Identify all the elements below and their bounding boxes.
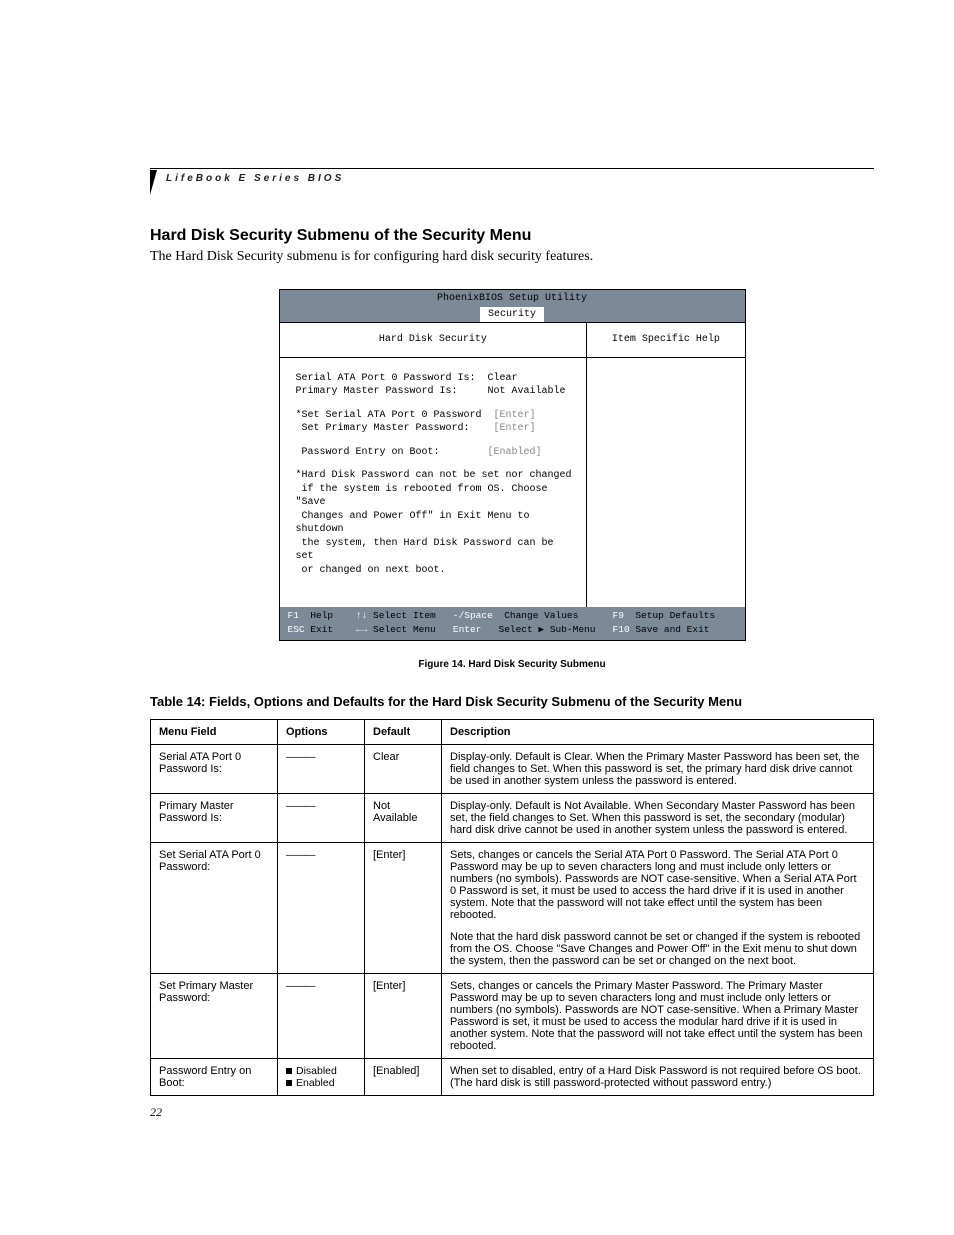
bios-field-boot-entry: Password Entry on Boot: [Enabled] bbox=[296, 446, 575, 460]
corner-mark-icon bbox=[150, 170, 157, 195]
cell-options: ——— bbox=[278, 973, 365, 1058]
cell-description: Display-only. Default is Not Available. … bbox=[442, 793, 874, 842]
bios-tab-row: Security bbox=[280, 307, 745, 323]
running-head: LifeBook E Series BIOS bbox=[166, 173, 344, 184]
bios-footer: F1 Help ↑↓ Select Item -/Space Change Va… bbox=[280, 607, 745, 640]
section-intro: The Hard Disk Security submenu is for co… bbox=[150, 249, 874, 265]
bios-body: Hard Disk Security Serial ATA Port 0 Pas… bbox=[280, 322, 745, 607]
cell-options: DisabledEnabled bbox=[278, 1058, 365, 1095]
cell-description: When set to disabled, entry of a Hard Di… bbox=[442, 1058, 874, 1095]
table-row: Set Primary Master Password:———[Enter]Se… bbox=[151, 973, 874, 1058]
cell-options: ——— bbox=[278, 744, 365, 793]
figure-caption: Figure 14. Hard Disk Security Submenu bbox=[150, 659, 874, 670]
bios-field-pm-status: Primary Master Password Is: Not Availabl… bbox=[296, 385, 575, 399]
fields-table: Menu Field Options Default Description S… bbox=[150, 719, 874, 1096]
page: LifeBook E Series BIOS Hard Disk Securit… bbox=[0, 0, 954, 1235]
header-rule bbox=[150, 168, 874, 169]
cell-default: Clear bbox=[365, 744, 442, 793]
cell-menu-field: Serial ATA Port 0 Password Is: bbox=[151, 744, 278, 793]
bios-left-pane: Hard Disk Security Serial ATA Port 0 Pas… bbox=[280, 323, 588, 607]
bios-footer-row-2: ESC Exit ←→ Select Menu Enter Select ▶ S… bbox=[288, 624, 737, 637]
bios-footer-row-1: F1 Help ↑↓ Select Item -/Space Change Va… bbox=[288, 610, 737, 623]
table-row: Password Entry on Boot:DisabledEnabled[E… bbox=[151, 1058, 874, 1095]
col-description: Description bbox=[442, 719, 874, 744]
section-title: Hard Disk Security Submenu of the Securi… bbox=[150, 227, 874, 245]
cell-menu-field: Primary Master Password Is: bbox=[151, 793, 278, 842]
cell-default: [Enabled] bbox=[365, 1058, 442, 1095]
bios-right-heading: Item Specific Help bbox=[587, 323, 744, 358]
table-header-row: Menu Field Options Default Description bbox=[151, 719, 874, 744]
bios-field-set-pm: Set Primary Master Password: [Enter] bbox=[296, 422, 575, 436]
table-title: Table 14: Fields, Options and Defaults f… bbox=[150, 694, 874, 709]
cell-options: ——— bbox=[278, 793, 365, 842]
bios-content: Serial ATA Port 0 Password Is: Clear Pri… bbox=[280, 358, 587, 608]
table-row: Set Serial ATA Port 0 Password:———[Enter… bbox=[151, 842, 874, 973]
cell-description: Sets, changes or cancels the Serial ATA … bbox=[442, 842, 874, 973]
bios-left-heading: Hard Disk Security bbox=[280, 323, 587, 358]
table-row: Primary Master Password Is:———Not Availa… bbox=[151, 793, 874, 842]
cell-default: Not Available bbox=[365, 793, 442, 842]
bios-screenshot: PhoenixBIOS Setup Utility Security Hard … bbox=[279, 289, 746, 641]
cell-menu-field: Set Serial ATA Port 0 Password: bbox=[151, 842, 278, 973]
cell-options: ——— bbox=[278, 842, 365, 973]
bios-title: PhoenixBIOS Setup Utility bbox=[280, 290, 745, 307]
bios-field-sata-status: Serial ATA Port 0 Password Is: Clear bbox=[296, 372, 575, 386]
cell-description: Display-only. Default is Clear. When the… bbox=[442, 744, 874, 793]
bios-tab-security: Security bbox=[480, 307, 544, 323]
page-number: 22 bbox=[150, 1105, 162, 1120]
cell-menu-field: Set Primary Master Password: bbox=[151, 973, 278, 1058]
cell-menu-field: Password Entry on Boot: bbox=[151, 1058, 278, 1095]
bios-field-set-sata: *Set Serial ATA Port 0 Password [Enter] bbox=[296, 409, 575, 423]
table-row: Serial ATA Port 0 Password Is:———ClearDi… bbox=[151, 744, 874, 793]
col-menu-field: Menu Field bbox=[151, 719, 278, 744]
bios-note: *Hard Disk Password can not be set nor c… bbox=[296, 469, 575, 577]
cell-default: [Enter] bbox=[365, 842, 442, 973]
bios-help-content bbox=[587, 358, 744, 582]
bios-right-pane: Item Specific Help bbox=[587, 323, 744, 607]
col-options: Options bbox=[278, 719, 365, 744]
col-default: Default bbox=[365, 719, 442, 744]
cell-description: Sets, changes or cancels the Primary Mas… bbox=[442, 973, 874, 1058]
cell-default: [Enter] bbox=[365, 973, 442, 1058]
